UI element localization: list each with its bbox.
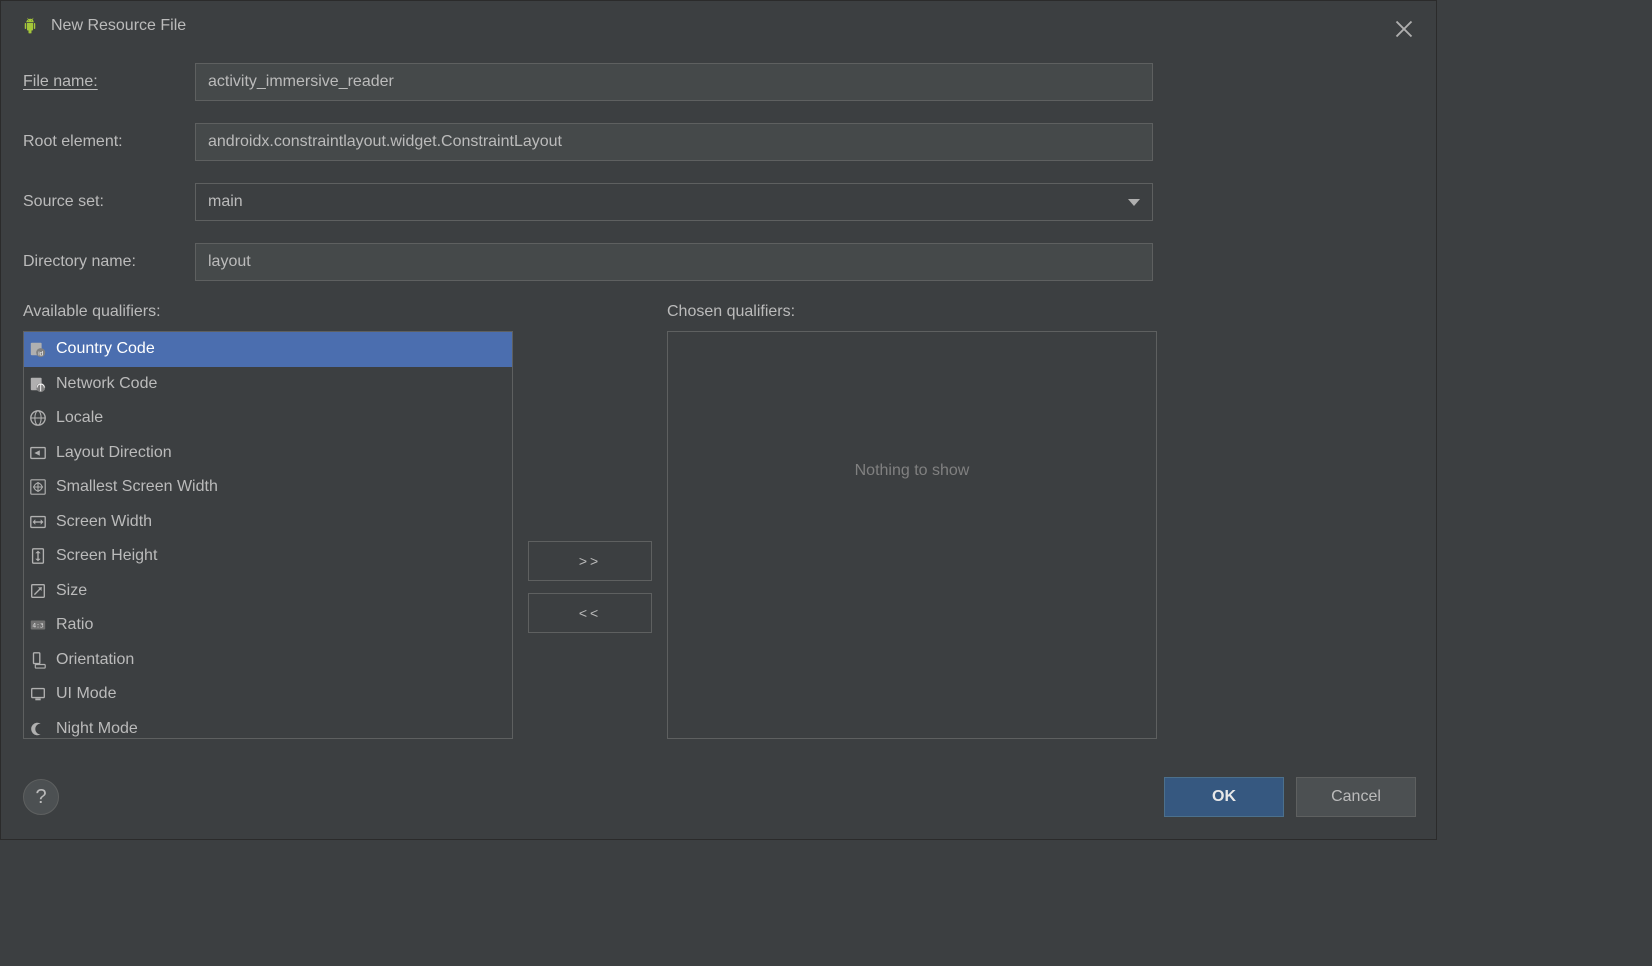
ratio-43-icon: 4:3: [28, 615, 48, 635]
chosen-empty-message: Nothing to show: [668, 332, 1156, 480]
qualifier-label: Screen Height: [56, 547, 157, 565]
qualifier-label: UI Mode: [56, 685, 116, 703]
svg-text:4:3: 4:3: [32, 623, 44, 630]
android-icon: [21, 17, 39, 35]
qualifier-item[interactable]: Screen Height: [24, 539, 512, 574]
source-set-label: Source set:: [23, 193, 195, 211]
close-button[interactable]: [1394, 19, 1414, 39]
qualifier-item[interactable]: Size: [24, 574, 512, 609]
ok-button[interactable]: OK: [1164, 777, 1284, 817]
ui-mode-icon: [28, 684, 48, 704]
qualifier-item[interactable]: Screen Width: [24, 505, 512, 540]
qualifier-item[interactable]: Smallest Screen Width: [24, 470, 512, 505]
directory-name-label: Directory name:: [23, 253, 195, 271]
qualifier-item[interactable]: id Country Code: [24, 332, 512, 367]
qualifier-label: Smallest Screen Width: [56, 478, 218, 496]
available-qualifiers-list[interactable]: id Country Code Network Code Locale Layout D…: [23, 331, 513, 739]
qualifier-label: Screen Width: [56, 513, 152, 531]
source-set-value: main: [208, 193, 1128, 211]
cancel-button[interactable]: Cancel: [1296, 777, 1416, 817]
qualifier-label: Ratio: [56, 616, 93, 634]
svg-text:id: id: [38, 351, 43, 358]
arrow-diag-icon: [28, 581, 48, 601]
qualifier-item[interactable]: Night Mode: [24, 712, 512, 740]
source-set-select[interactable]: main: [195, 183, 1153, 221]
qualifier-label: Country Code: [56, 340, 155, 358]
available-qualifiers-label: Available qualifiers:: [23, 303, 513, 321]
qualifier-item[interactable]: Network Code: [24, 367, 512, 402]
file-name-input[interactable]: [195, 63, 1153, 101]
flag-net-icon: [28, 374, 48, 394]
qualifier-label: Layout Direction: [56, 444, 172, 462]
qualifier-label: Night Mode: [56, 720, 138, 738]
form-area: File name: Root element: Source set: mai…: [1, 51, 1436, 303]
qualifier-item[interactable]: Orientation: [24, 643, 512, 678]
globe-icon: [28, 408, 48, 428]
chosen-qualifiers-list[interactable]: Nothing to show: [667, 331, 1157, 739]
arrow-left-box-icon: [28, 443, 48, 463]
flag-id-icon: id: [28, 339, 48, 359]
orientation-icon: [28, 650, 48, 670]
titlebar: New Resource File: [1, 1, 1436, 51]
remove-qualifier-button[interactable]: <<: [528, 593, 652, 633]
dialog-title: New Resource File: [51, 17, 186, 35]
directory-name-input[interactable]: [195, 243, 1153, 281]
dialog-footer: ? OK Cancel: [1, 759, 1436, 839]
file-name-label: File name:: [23, 73, 195, 91]
qualifier-label: Locale: [56, 409, 103, 427]
qualifier-label: Network Code: [56, 375, 157, 393]
chosen-qualifiers-label: Chosen qualifiers:: [667, 303, 1157, 321]
qualifier-item[interactable]: UI Mode: [24, 677, 512, 712]
root-element-input[interactable]: [195, 123, 1153, 161]
qualifier-item[interactable]: 4:3 Ratio: [24, 608, 512, 643]
qualifiers-area: Available qualifiers: id Country Code Netw…: [1, 303, 1436, 739]
arrows-all-icon: [28, 477, 48, 497]
root-element-label: Root element:: [23, 133, 195, 151]
qualifier-item[interactable]: Locale: [24, 401, 512, 436]
qualifier-label: Orientation: [56, 651, 134, 669]
transfer-buttons-col: >> <<: [513, 303, 667, 739]
night-icon: [28, 719, 48, 739]
arrows-v-icon: [28, 546, 48, 566]
qualifier-item[interactable]: Layout Direction: [24, 436, 512, 471]
arrows-h-icon: [28, 512, 48, 532]
qualifier-label: Size: [56, 582, 87, 600]
new-resource-file-dialog: New Resource File File name: Root elemen…: [0, 0, 1437, 840]
chevron-down-icon: [1128, 194, 1140, 211]
help-button[interactable]: ?: [23, 779, 59, 815]
add-qualifier-button[interactable]: >>: [528, 541, 652, 581]
